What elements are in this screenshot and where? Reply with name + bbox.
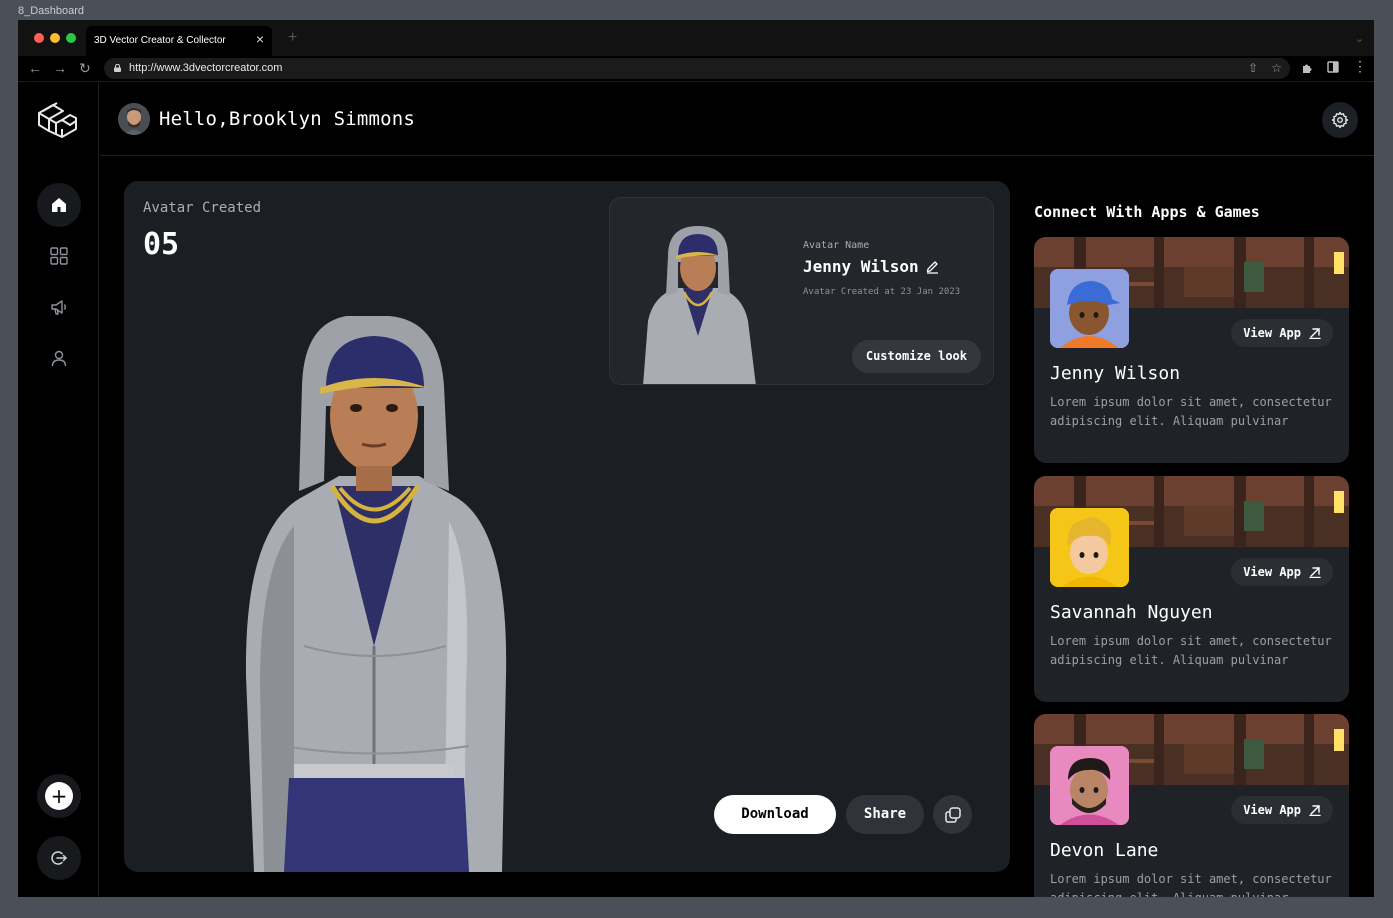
megaphone-icon [51, 300, 66, 315]
edit-pencil-icon[interactable] [925, 259, 940, 274]
avatar-name-label: Avatar Name [803, 240, 870, 251]
avatar-3d-figure [245, 316, 507, 872]
forward-arrow-icon[interactable]: → [53, 60, 67, 76]
copy-button[interactable] [933, 795, 972, 834]
grid-icon [50, 247, 68, 265]
user-icon [51, 350, 67, 367]
avatar-created-label: Avatar Created [143, 200, 262, 216]
browser-window: 3D Vector Creator & Collector × + ⌄ ← → … [18, 20, 1374, 897]
avatar-showcase-card: Avatar Created 05 Avatar Name Jenny Wils… [124, 181, 1010, 872]
apps-section-title: Connect With Apps & Games [1034, 203, 1260, 221]
copy-icon [944, 806, 961, 823]
app-card: View App Devon Lane Lorem ipsum dolor si… [1034, 714, 1349, 897]
sidepanel-icon[interactable] [1327, 61, 1339, 73]
url-field[interactable]: http://www.3dvectorcreator.com ⇧ ☆ [104, 58, 1290, 79]
browser-menu-icon[interactable]: ⋮ [1353, 58, 1367, 75]
new-tab-icon[interactable]: + [288, 30, 297, 46]
gear-icon [1331, 111, 1349, 129]
maximize-window-button[interactable] [66, 33, 76, 43]
app-description: Lorem ipsum dolor sit amet, consectetur … [1050, 634, 1332, 667]
greeting-title: Hello,Brooklyn Simmons [159, 108, 416, 130]
address-bar: ← → ↻ http://www.3dvectorcreator.com ⇧ ☆… [18, 56, 1374, 82]
view-app-label: View App [1243, 803, 1301, 817]
avatar-info-card: Avatar Name Jenny Wilson Avatar Created … [609, 197, 994, 385]
devon-avatar-image [1050, 746, 1129, 825]
download-button[interactable]: Download [714, 795, 836, 834]
app-name: Devon Lane [1050, 840, 1159, 861]
sidebar-item-profile[interactable] [37, 336, 81, 380]
lock-icon [114, 64, 121, 72]
avatar-name-row: Jenny Wilson [803, 257, 940, 276]
share-page-icon[interactable]: ⇧ [1248, 61, 1258, 75]
settings-button[interactable] [1322, 102, 1358, 138]
external-link-icon [1309, 805, 1321, 816]
app-name: Savannah Nguyen [1050, 602, 1213, 623]
logout-icon [51, 851, 68, 865]
tab-bar: 3D Vector Creator & Collector × + ⌄ [18, 20, 1374, 56]
close-window-button[interactable] [34, 33, 44, 43]
frame-label: 8_Dashboard [18, 5, 85, 17]
savannah-avatar-image [1050, 508, 1129, 587]
browser-tab[interactable]: 3D Vector Creator & Collector × [86, 26, 272, 56]
avatar[interactable] [118, 103, 150, 135]
customize-look-button[interactable]: Customize look [851, 340, 981, 373]
tab-title: 3D Vector Creator & Collector [94, 35, 226, 46]
plus-icon: + [45, 782, 73, 810]
tab-list-chevron-icon[interactable]: ⌄ [1355, 32, 1364, 45]
view-app-button[interactable]: View App [1231, 319, 1333, 347]
app-avatar [1050, 746, 1129, 825]
minimize-window-button[interactable] [50, 33, 60, 43]
bookmark-star-icon[interactable]: ☆ [1271, 61, 1282, 75]
extensions-icon[interactable] [1301, 61, 1314, 74]
dashboard-content: Avatar Created 05 Avatar Name Jenny Wils… [100, 157, 1374, 897]
user-avatar-image [118, 103, 150, 135]
app-card: View App Savannah Nguyen Lorem ipsum dol… [1034, 476, 1349, 702]
avatar-name: Jenny Wilson [803, 257, 919, 276]
app-avatar [1050, 269, 1129, 348]
app-description: Lorem ipsum dolor sit amet, consectetur … [1050, 395, 1332, 428]
jenny-avatar-image [1050, 269, 1129, 348]
tab-close-icon[interactable]: × [256, 32, 264, 46]
url-text: http://www.3dvectorcreator.com [129, 62, 283, 74]
app-name: Jenny Wilson [1050, 363, 1181, 384]
top-bar: Hello,Brooklyn Simmons [100, 83, 1374, 156]
sidebar: + [18, 83, 99, 897]
sidebar-item-grid[interactable] [37, 234, 81, 278]
view-app-label: View App [1243, 565, 1301, 579]
external-link-icon [1309, 567, 1321, 578]
app-avatar [1050, 508, 1129, 587]
avatar-created-count: 05 [143, 227, 180, 262]
apps-column: Connect With Apps & Games View App Jenny… [1034, 157, 1350, 897]
logout-button[interactable] [37, 836, 81, 880]
view-app-label: View App [1243, 326, 1301, 340]
home-icon [52, 198, 66, 212]
app-card: View App Jenny Wilson Lorem ipsum dolor … [1034, 237, 1349, 463]
back-arrow-icon[interactable]: ← [28, 60, 42, 76]
app-description: Lorem ipsum dolor sit amet, consectetur … [1050, 872, 1332, 897]
add-avatar-button[interactable]: + [37, 774, 81, 818]
avatar-thumbnail [643, 226, 756, 384]
view-app-button[interactable]: View App [1231, 796, 1333, 824]
logo-icon[interactable] [36, 99, 80, 143]
view-app-button[interactable]: View App [1231, 558, 1333, 586]
avatar-created-date: Avatar Created at 23 Jan 2023 [803, 287, 961, 297]
sidebar-item-campaign[interactable] [37, 285, 81, 329]
reload-icon[interactable]: ↻ [79, 60, 91, 76]
external-link-icon [1309, 328, 1321, 339]
share-button[interactable]: Share [846, 795, 924, 834]
sidebar-item-home[interactable] [37, 183, 81, 227]
